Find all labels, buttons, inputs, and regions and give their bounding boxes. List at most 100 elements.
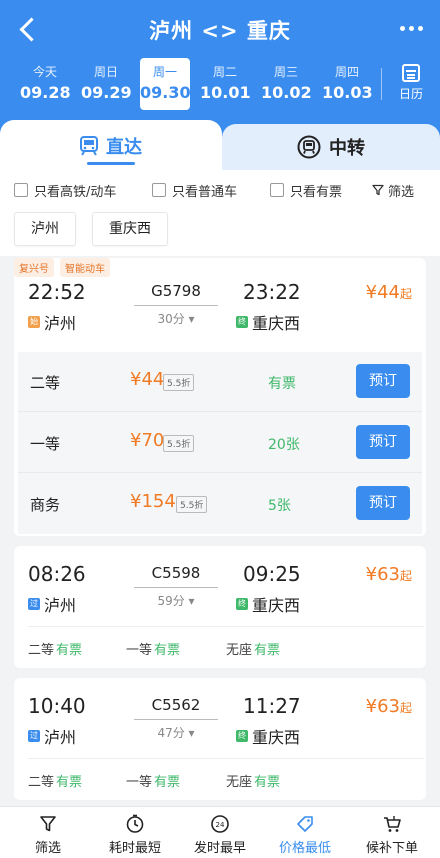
duration-toggle[interactable]: 30分 ▾ (134, 310, 218, 327)
tab-transfer[interactable]: 中转 (222, 124, 440, 170)
24h-icon: 24 (211, 815, 229, 833)
date-item-3[interactable]: 周二 10.01 (200, 58, 251, 110)
arrive-time: 09:25 (243, 562, 301, 586)
waitlist-button[interactable]: 候补下单 (352, 807, 432, 858)
book-button[interactable]: 预订 (356, 425, 410, 459)
train-icon (80, 136, 98, 156)
transfer-train-icon (297, 135, 321, 159)
back-icon[interactable] (14, 14, 42, 44)
from-station-chip[interactable]: 泸州 (14, 212, 76, 246)
train-card[interactable]: 08:26 C5598 59分 ▾ 09:25 过 泸州 终 重庆西 ¥63起 … (14, 546, 426, 668)
card-divider (28, 758, 424, 759)
seat-summary: 无座 有票 (226, 771, 280, 790)
date-item-5[interactable]: 周四 10.03 (322, 58, 373, 110)
to-station: 终 重庆西 (236, 592, 300, 616)
price-value: 63 (377, 696, 400, 717)
cart-icon (384, 816, 401, 832)
price-symbol: ¥ (365, 696, 378, 717)
duration-toggle[interactable]: 59分 ▾ (134, 592, 218, 609)
book-button[interactable]: 预订 (356, 486, 410, 520)
date-weekday: 今天 (32, 65, 57, 79)
tab-transfer-label: 中转 (329, 138, 365, 159)
filter-normal[interactable]: 只看普通车 (152, 180, 237, 200)
funnel-icon (372, 184, 384, 196)
date-value: 09.30 (140, 83, 191, 102)
seat-summary: 一等 有票 (126, 639, 180, 658)
train-line (134, 719, 218, 720)
seat-class: 无座 (226, 775, 253, 790)
to-station: 终 重庆西 (236, 724, 300, 748)
seat-price: ¥44 (130, 369, 165, 390)
bottom-filter-label: 筛选 (34, 841, 61, 856)
date-weekday: 周二 (212, 65, 237, 79)
seat-summary: 无座 有票 (226, 639, 280, 658)
card-divider (28, 626, 424, 627)
calendar-button[interactable]: 日历 (388, 62, 434, 108)
date-weekday: 周三 (273, 65, 298, 79)
svg-text:24: 24 (216, 821, 225, 829)
seat-availability: 有票 (268, 376, 296, 392)
filter-high-speed[interactable]: 只看高铁/动车 (14, 180, 116, 200)
more-icon[interactable] (396, 18, 426, 38)
sort-shortest-button[interactable]: 耗时最短 (95, 807, 175, 858)
seat-class: 一等 (126, 775, 153, 790)
to-station-name: 重庆西 (252, 728, 301, 747)
calendar-divider (381, 68, 382, 100)
end-station-tag: 终 (236, 730, 248, 742)
date-item-2[interactable]: 周一 09.30 (140, 58, 191, 110)
train-line (134, 587, 218, 588)
seat-availability: 有票 (154, 643, 181, 658)
filter-normal-label: 只看普通车 (172, 184, 238, 200)
train-badges: 复兴号 智能动车 (14, 258, 110, 277)
price-value: 63 (377, 564, 400, 585)
date-item-0[interactable]: 今天 09.28 (20, 58, 71, 110)
tab-direct-label: 直达 (106, 137, 142, 158)
seat-price: ¥70 (130, 430, 165, 451)
date-item-4[interactable]: 周三 10.02 (261, 58, 312, 110)
discount-badge: 5.5折 (163, 435, 195, 452)
sort-earliest-label: 发时最早 (193, 841, 246, 856)
to-station-name: 重庆西 (252, 596, 301, 615)
price-from: ¥63起 (366, 696, 412, 717)
waitlist-label: 候补下单 (365, 841, 418, 856)
calendar-icon (402, 64, 420, 82)
filter-button[interactable]: 筛选 (372, 180, 414, 200)
sort-cheapest-button[interactable]: 价格最低 (265, 807, 345, 858)
seat-summary: 二等 有票 (28, 639, 82, 658)
price-tag-icon (297, 816, 313, 832)
duration: 59分 (157, 594, 185, 608)
seat-class: 一等 (30, 435, 61, 453)
bottom-bar: 筛选 耗时最短 24 发时最早 价格最低 候补下单 (0, 806, 440, 858)
filter-panel: 只看高铁/动车 只看普通车 只看有票 筛选 泸州 重庆西 (0, 170, 440, 256)
tab-direct[interactable]: 直达 (0, 120, 222, 170)
to-station: 终 重庆西 (236, 310, 300, 334)
seat-class: 一等 (126, 643, 153, 658)
seat-class: 二等 (30, 374, 61, 392)
filter-available[interactable]: 只看有票 (270, 180, 342, 200)
book-button[interactable]: 预订 (356, 364, 410, 398)
start-station-tag: 始 (28, 316, 40, 328)
duration-toggle[interactable]: 47分 ▾ (134, 724, 218, 741)
nav-bar: 泸州 <> 重庆 (0, 0, 440, 58)
bottom-filter-button[interactable]: 筛选 (8, 807, 88, 858)
funnel-icon (40, 816, 56, 832)
train-number: C5562 (151, 696, 201, 714)
seat-availability: 5张 (268, 498, 291, 514)
sort-earliest-button[interactable]: 24 发时最早 (180, 807, 260, 858)
depart-time: 10:40 (28, 694, 86, 718)
discount-badge: 5.5折 (176, 496, 208, 513)
calendar-label: 日历 (398, 87, 423, 101)
seat-availability: 有票 (254, 643, 281, 658)
from-station-name: 泸州 (44, 728, 77, 747)
seat-class: 商务 (30, 496, 61, 514)
sort-cheapest-label: 价格最低 (278, 841, 331, 856)
train-card[interactable]: 复兴号 智能动车 22:52 G5798 30分 ▾ 23:22 始 泸州 终 … (14, 258, 426, 536)
from-station-name: 泸州 (44, 314, 77, 333)
train-card[interactable]: 10:40 C5562 47分 ▾ 11:27 过 泸州 终 重庆西 ¥63起 … (14, 678, 426, 800)
date-strip: 今天 09.28 周日 09.29 周一 09.30 周二 10.01 周三 1… (6, 58, 378, 110)
seat-summary: 一等 有票 (126, 771, 180, 790)
depart-time: 22:52 (28, 280, 86, 304)
date-item-1[interactable]: 周日 09.29 (81, 58, 132, 110)
date-weekday: 周日 (93, 65, 118, 79)
to-station-chip[interactable]: 重庆西 (92, 212, 168, 246)
